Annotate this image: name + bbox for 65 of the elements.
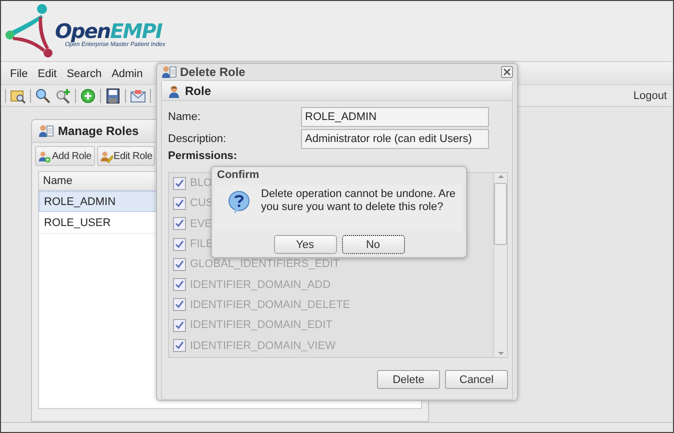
delete-button[interactable]: Delete (377, 370, 440, 389)
add-role-button[interactable]: Add Role (35, 146, 95, 166)
menu-item[interactable]: Admin (106, 68, 148, 80)
dialog-message: Delete operation cannot be undone. Are you sure you want to delete this role? (221, 188, 457, 214)
folder-search-icon[interactable] (10, 88, 26, 104)
add-icon[interactable] (80, 88, 96, 104)
search-icon[interactable] (35, 88, 51, 104)
no-button[interactable]: No (342, 235, 404, 254)
permission-label: BLO (190, 177, 212, 190)
menu-item[interactable]: Search (62, 68, 107, 80)
scrollbar[interactable] (493, 173, 507, 357)
scroll-down-icon (496, 350, 504, 357)
panel-title: Manage Roles (58, 124, 139, 138)
mail-icon[interactable] (130, 88, 146, 104)
permission-label: EVE (190, 218, 212, 230)
checkbox[interactable] (173, 238, 186, 251)
permission-label: IDENTIFIER_DOMAIN_ADD (190, 278, 331, 291)
yes-button[interactable]: Yes (274, 235, 336, 254)
checkbox[interactable] (173, 298, 186, 312)
permission-label: IDENTIFIER_DOMAIN_DELETE (190, 298, 350, 311)
checkbox[interactable] (173, 176, 186, 190)
input-field[interactable]: Administrator role (can edit Users) (301, 128, 489, 148)
permission-label: GLOBAL_IDENTIFIERS_EDIT (190, 258, 340, 270)
menu-item[interactable]: Edit (32, 68, 62, 80)
check-icon (174, 340, 185, 352)
check-icon (174, 218, 185, 230)
checkbox[interactable] (173, 217, 186, 230)
logo-icon (5, 3, 53, 59)
checkbox[interactable] (173, 258, 186, 271)
scroll-up-icon (496, 173, 504, 180)
permissions-label: Permissions: (167, 149, 238, 162)
logout-link[interactable]: Logout (633, 90, 669, 102)
cancel-button[interactable]: Cancel (445, 370, 508, 389)
input-field[interactable]: ROLE_ADMIN (301, 106, 489, 126)
check-icon (174, 238, 185, 250)
menu-item[interactable]: File (5, 68, 33, 80)
dialog-title: Confirm (216, 168, 260, 183)
section-title: Role (185, 84, 212, 98)
zoom-in-icon[interactable] (55, 88, 71, 104)
permission-label: IDENTIFIER_DOMAIN_EDIT (190, 319, 332, 332)
check-icon (174, 198, 185, 209)
checkbox[interactable] (173, 278, 186, 292)
close-button[interactable] (501, 66, 513, 78)
checkbox[interactable] (173, 196, 186, 210)
field-label: Name: (168, 110, 202, 122)
edit-role-button[interactable]: Edit Role (96, 146, 156, 166)
field-label: Description: (168, 132, 228, 144)
user-icon (167, 84, 181, 98)
permission-label: IDENTIFIER_DOMAIN_VIEW (190, 340, 336, 352)
user-edit-icon (100, 150, 113, 162)
check-icon (174, 178, 185, 189)
users-icon (161, 64, 177, 80)
close-icon (502, 67, 512, 77)
save-icon[interactable] (105, 88, 121, 104)
check-icon (174, 279, 185, 290)
user-add-icon (38, 150, 51, 162)
question-icon (227, 190, 251, 215)
checkbox[interactable] (173, 339, 186, 352)
check-icon (174, 320, 185, 331)
check-icon (174, 299, 185, 310)
checkbox[interactable] (173, 318, 186, 332)
users-icon (38, 123, 54, 139)
logo-text: OpenEMPI (55, 20, 162, 42)
check-icon (174, 258, 185, 270)
window-title: Delete Role (180, 65, 246, 79)
